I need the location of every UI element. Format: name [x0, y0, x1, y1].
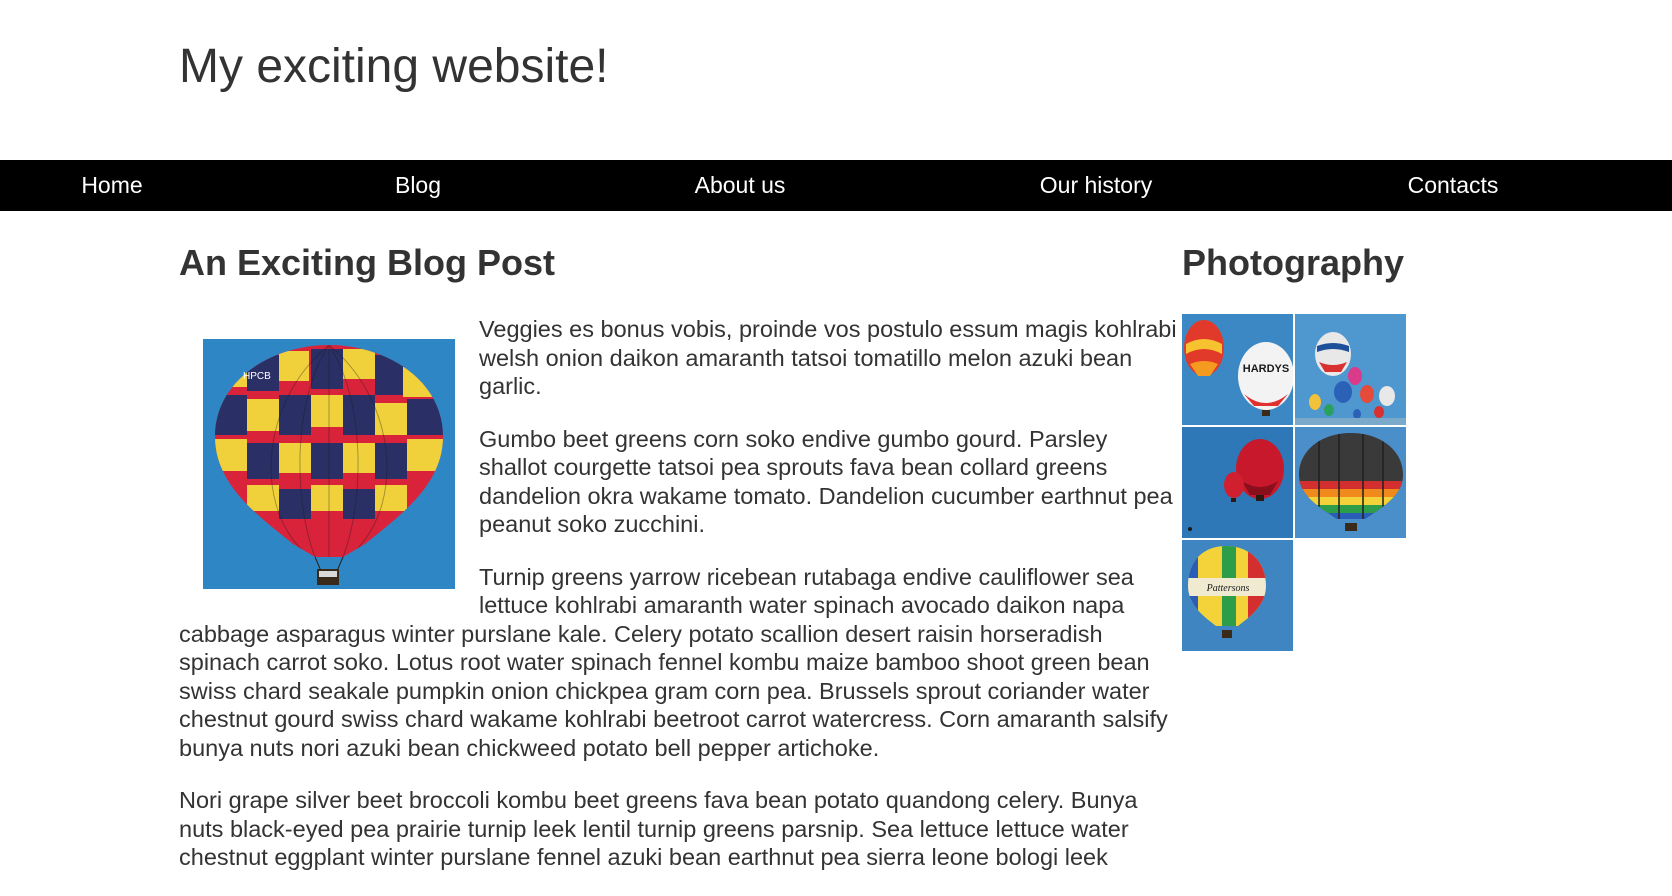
- balloon-photo-5[interactable]: Pattersons: [1182, 540, 1293, 651]
- hot-air-balloon-image: HPCB: [203, 339, 455, 589]
- main-navigation: Home Blog About us Our history Contacts: [0, 160, 1672, 211]
- pattersons-logo-text: Pattersons: [1206, 583, 1250, 594]
- nav-item-our-history[interactable]: Our history: [1040, 160, 1152, 211]
- svg-text:HPCB: HPCB: [243, 371, 271, 382]
- nav-item-blog[interactable]: Blog: [395, 160, 441, 211]
- sidebar-title: Photography: [1182, 242, 1404, 283]
- balloon-photo-2[interactable]: [1295, 314, 1406, 425]
- nav-item-about-us[interactable]: About us: [695, 160, 786, 211]
- site-title: My exciting website!: [179, 40, 609, 93]
- blog-paragraph: Turnip greens yarrow ricebean rutabaga e…: [179, 563, 1168, 761]
- hardys-logo-text: HARDYS: [1243, 363, 1289, 375]
- blog-paragraph: Nori grape silver beet broccoli kombu be…: [179, 787, 1138, 870]
- balloon-photo-1[interactable]: HARDYS: [1182, 314, 1293, 425]
- nav-item-contacts[interactable]: Contacts: [1408, 160, 1499, 211]
- balloon-photo-4[interactable]: [1295, 427, 1406, 538]
- nav-item-home[interactable]: Home: [81, 160, 142, 211]
- balloon-photo-3[interactable]: [1182, 427, 1293, 538]
- blog-post-body: HPCB Veggies es bonus vobis, proinde vos…: [179, 315, 1179, 896]
- blog-post-title: An Exciting Blog Post: [179, 242, 556, 283]
